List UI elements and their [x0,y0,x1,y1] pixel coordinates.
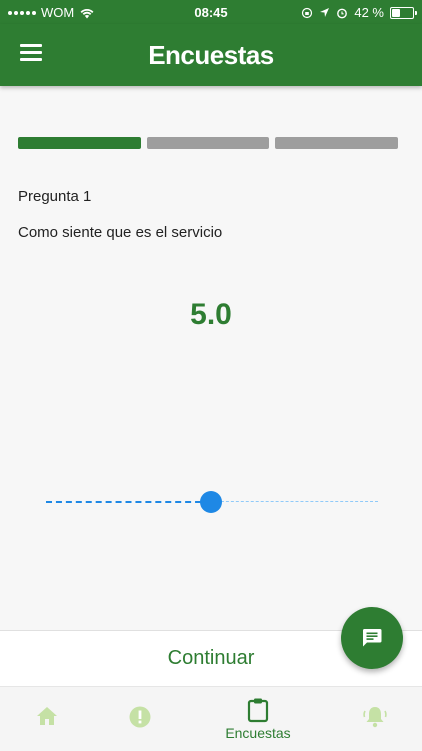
bell-icon [363,707,387,728]
chat-icon [362,629,382,647]
slider-track-inactive [211,501,378,502]
nav-item-encuestas[interactable]: Encuestas [212,687,304,751]
slider-thumb[interactable] [200,491,222,513]
location-icon [320,8,330,17]
clipboard-icon [247,698,269,723]
battery-icon [390,6,417,19]
alert-icon [129,706,151,728]
question-number: Pregunta 1 [18,188,92,205]
rating-slider[interactable] [44,490,378,514]
status-bar: WOM 08:45 42 % [0,0,422,24]
nav-item-notifications[interactable] [354,687,396,751]
nav-label-encuestas: Encuestas [225,725,291,741]
page-title: Encuestas [148,40,274,70]
progress-segment [18,137,141,149]
slider-track-active [46,501,211,503]
home-icon [37,707,57,725]
status-right: 42 % [301,5,417,20]
app-bar: Encuestas [0,24,422,86]
survey-progress [18,137,399,149]
rotation-lock-icon [302,7,313,18]
nav-item-home[interactable] [26,687,68,751]
battery-percent: 42 % [354,5,384,20]
progress-segment [146,137,270,149]
bottom-nav: Encuestas [0,686,422,751]
alarm-icon [337,8,348,18]
question-text: Como siente que es el servicio [18,224,223,241]
rating-value: 5.0 [190,298,232,331]
chat-fab-button[interactable] [341,607,403,669]
progress-segment [275,137,399,149]
nav-item-alerts[interactable] [119,687,161,751]
